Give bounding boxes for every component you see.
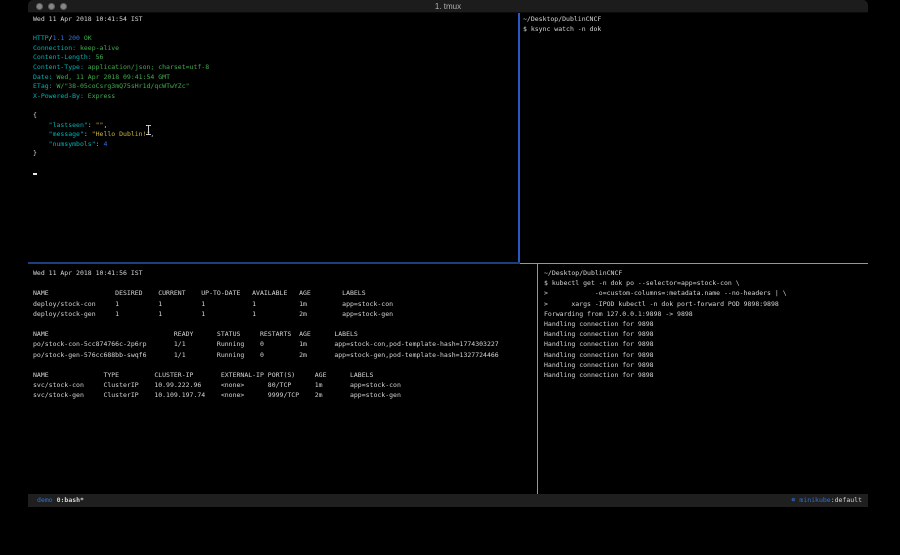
terminal-line: "message": "Hello Dublin!", bbox=[33, 130, 518, 140]
terminal-line: Content-Length: 56 bbox=[33, 53, 518, 63]
terminal-line bbox=[33, 169, 518, 179]
terminal-line: po/stock-con-5cc874766c-2p6rp 1/1 Runnin… bbox=[33, 339, 538, 349]
pane-kubectl-get[interactable]: Wed 11 Apr 2018 10:41:56 IST NAME DESIRE… bbox=[28, 264, 538, 494]
terminal-line: > xargs -IPOD kubectl -n dok port-forwar… bbox=[544, 299, 868, 309]
zoom-button[interactable] bbox=[60, 3, 67, 10]
terminal-line: NAME READY STATUS RESTARTS AGE LABELS bbox=[33, 329, 538, 339]
traffic-lights bbox=[36, 3, 67, 10]
window-item-bash[interactable]: 0:bash* bbox=[57, 494, 84, 507]
terminal-line: Handling connection for 9898 bbox=[544, 329, 868, 339]
terminal-line bbox=[33, 278, 538, 288]
terminal-line bbox=[33, 360, 538, 370]
terminal-line bbox=[33, 319, 538, 329]
terminal-line: po/stock-gen-576cc688bb-swqf6 1/1 Runnin… bbox=[33, 350, 538, 360]
kube-context: minikube bbox=[799, 494, 830, 507]
close-button[interactable] bbox=[36, 3, 43, 10]
tmux-content: Wed 11 Apr 2018 10:41:54 IST HTTP/1.1 20… bbox=[28, 13, 868, 507]
terminal-line: NAME DESIRED CURRENT UP-TO-DATE AVAILABL… bbox=[33, 288, 538, 298]
terminal-line: Wed 11 Apr 2018 10:41:56 IST bbox=[33, 268, 538, 278]
terminal-line: > -o=custom-columns=:metadata.name --no-… bbox=[544, 288, 868, 298]
terminal-line: Wed 11 Apr 2018 10:41:54 IST bbox=[33, 15, 518, 25]
tmux-status-bar: demo 0:bash* ☸ minikube:default bbox=[28, 494, 868, 507]
pane-ksync[interactable]: ~/Desktop/DublinCNCF$ ksync watch -n dok bbox=[520, 13, 868, 262]
terminal-line: Handling connection for 9898 bbox=[544, 370, 868, 380]
terminal-line: $ kubectl get -n dok po --selector=app=s… bbox=[544, 278, 868, 288]
minimize-button[interactable] bbox=[48, 3, 55, 10]
pane-divider-vertical-top[interactable] bbox=[518, 13, 520, 264]
terminal-line: $ ksync watch -n dok bbox=[523, 25, 868, 35]
terminal-line: "numsymbols": 4 bbox=[33, 140, 518, 150]
terminal-line: Handling connection for 9898 bbox=[544, 319, 868, 329]
terminal-line: } bbox=[33, 149, 518, 159]
terminal-line: deploy/stock-con 1 1 1 1 1m app=stock-co… bbox=[33, 299, 538, 309]
terminal-line: svc/stock-gen ClusterIP 10.109.197.74 <n… bbox=[33, 390, 538, 400]
terminal-line: Forwarding from 127.0.0.1:9898 -> 9898 bbox=[544, 309, 868, 319]
terminal-line: Content-Type: application/json; charset=… bbox=[33, 63, 518, 73]
terminal-line: Handling connection for 9898 bbox=[544, 350, 868, 360]
terminal-line: { bbox=[33, 111, 518, 121]
pane-port-forward[interactable]: ~/Desktop/DublinCNCF$ kubectl get -n dok… bbox=[539, 264, 868, 494]
terminal-line: Handling connection for 9898 bbox=[544, 360, 868, 370]
terminal-line bbox=[33, 101, 518, 111]
block-cursor bbox=[33, 173, 37, 175]
terminal-line: ~/Desktop/DublinCNCF bbox=[523, 15, 868, 25]
session-name: demo bbox=[37, 494, 53, 507]
terminal-line: "lastseen": "", bbox=[33, 121, 518, 131]
terminal-window: 1. tmux Wed 11 Apr 2018 10:41:54 IST HTT… bbox=[28, 0, 868, 507]
terminal-line: HTTP/1.1 200 OK bbox=[33, 34, 518, 44]
terminal-line: svc/stock-con ClusterIP 10.99.222.96 <no… bbox=[33, 380, 538, 390]
window-title: 1. tmux bbox=[28, 0, 868, 13]
terminal-line: ETag: W/"38-05coCsrg3mQ75sHr1d/qcWTwYZc" bbox=[33, 82, 518, 92]
terminal-line bbox=[33, 159, 518, 169]
terminal-line: Date: Wed, 11 Apr 2018 09:41:54 GMT bbox=[33, 73, 518, 83]
terminal-line: deploy/stock-gen 1 1 1 1 2m app=stock-ge… bbox=[33, 309, 538, 319]
terminal-line: NAME TYPE CLUSTER-IP EXTERNAL-IP PORT(S)… bbox=[33, 370, 538, 380]
terminal-line: X-Powered-By: Express bbox=[33, 92, 518, 102]
terminal-line bbox=[33, 25, 518, 35]
terminal-line: Handling connection for 9898 bbox=[544, 339, 868, 349]
window-titlebar: 1. tmux bbox=[28, 0, 868, 13]
kube-namespace: :default bbox=[831, 494, 862, 507]
terminal-line: ~/Desktop/DublinCNCF bbox=[544, 268, 868, 278]
pane-http-response[interactable]: Wed 11 Apr 2018 10:41:54 IST HTTP/1.1 20… bbox=[28, 13, 518, 262]
terminal-line: Connection: keep-alive bbox=[33, 44, 518, 54]
